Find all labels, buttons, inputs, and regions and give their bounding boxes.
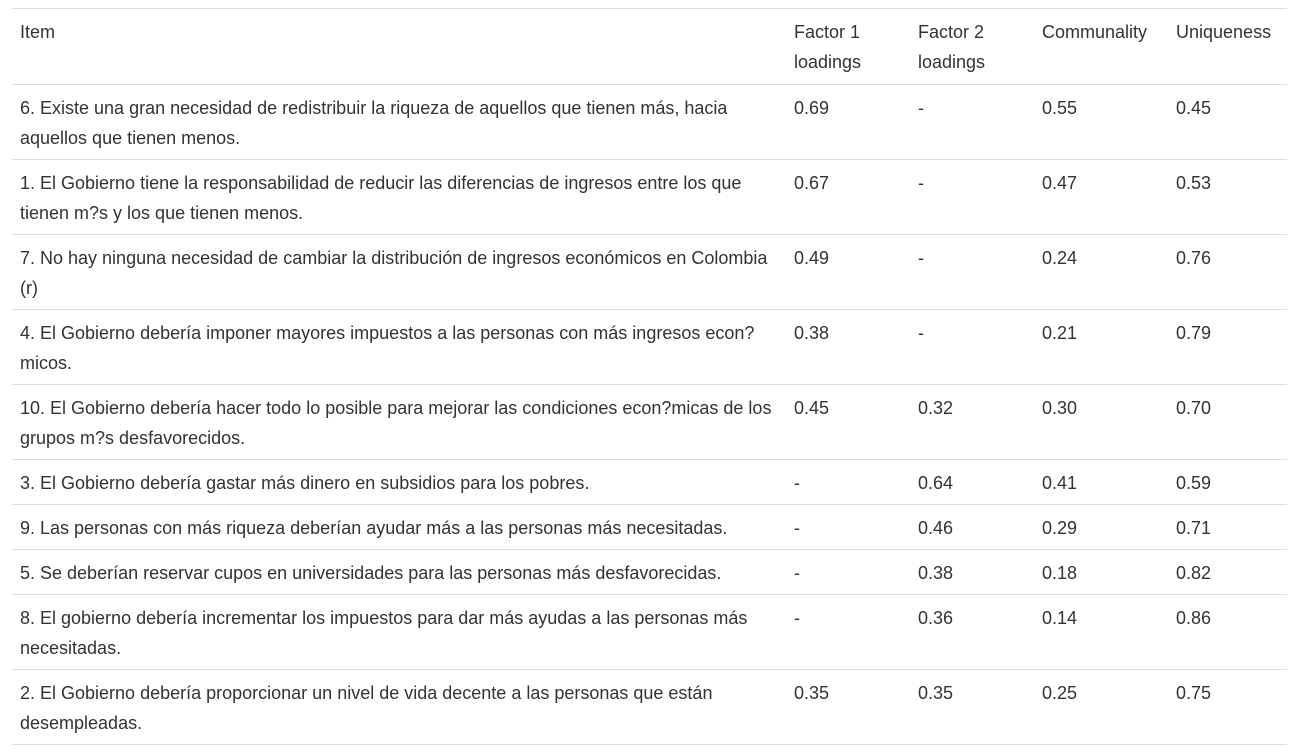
- factor1-cell: -: [786, 459, 910, 505]
- factor-loadings-table: Item Factor 1 loadings Factor 2 loadings…: [12, 8, 1287, 745]
- factor1-cell: 0.38: [786, 309, 910, 385]
- table-body: 6. Existe una gran necesidad de redistri…: [12, 84, 1287, 745]
- factor2-cell: 0.64: [910, 459, 1034, 505]
- header-uniqueness: Uniqueness: [1168, 8, 1287, 85]
- header-row: Item Factor 1 loadings Factor 2 loadings…: [12, 8, 1287, 85]
- communality-cell: 0.29: [1034, 504, 1168, 550]
- header-factor1-loadings: Factor 1 loadings: [786, 8, 910, 85]
- header-item: Item: [12, 8, 786, 85]
- factor-loadings-table-container: Item Factor 1 loadings Factor 2 loadings…: [12, 8, 1287, 745]
- factor1-cell: -: [786, 549, 910, 595]
- communality-cell: 0.21: [1034, 309, 1168, 385]
- item-cell: 6. Existe una gran necesidad de redistri…: [12, 84, 786, 160]
- communality-cell: 0.14: [1034, 594, 1168, 670]
- item-cell: 7. No hay ninguna necesidad de cambiar l…: [12, 234, 786, 310]
- factor1-cell: 0.35: [786, 669, 910, 745]
- uniqueness-cell: 0.86: [1168, 594, 1287, 670]
- uniqueness-cell: 0.70: [1168, 384, 1287, 460]
- item-cell: 2. El Gobierno debería proporcionar un n…: [12, 669, 786, 745]
- factor2-cell: 0.38: [910, 549, 1034, 595]
- factor2-cell: 0.35: [910, 669, 1034, 745]
- communality-cell: 0.55: [1034, 84, 1168, 160]
- table-row: 1. El Gobierno tiene la responsabilidad …: [12, 159, 1287, 235]
- uniqueness-cell: 0.75: [1168, 669, 1287, 745]
- header-communality: Communality: [1034, 8, 1168, 85]
- uniqueness-cell: 0.79: [1168, 309, 1287, 385]
- table-row: 9. Las personas con más riqueza deberían…: [12, 504, 1287, 550]
- table-row: 8. El gobierno debería incrementar los i…: [12, 594, 1287, 670]
- uniqueness-cell: 0.71: [1168, 504, 1287, 550]
- item-cell: 3. El Gobierno debería gastar más dinero…: [12, 459, 786, 505]
- uniqueness-cell: 0.76: [1168, 234, 1287, 310]
- factor2-cell: 0.32: [910, 384, 1034, 460]
- factor1-cell: -: [786, 504, 910, 550]
- communality-cell: 0.41: [1034, 459, 1168, 505]
- table-row: 3. El Gobierno debería gastar más dinero…: [12, 459, 1287, 505]
- table-row: 10. El Gobierno debería hacer todo lo po…: [12, 384, 1287, 460]
- factor2-cell: -: [910, 234, 1034, 310]
- item-cell: 5. Se deberían reservar cupos en univers…: [12, 549, 786, 595]
- table-row: 5. Se deberían reservar cupos en univers…: [12, 549, 1287, 595]
- factor2-cell: -: [910, 309, 1034, 385]
- uniqueness-cell: 0.53: [1168, 159, 1287, 235]
- uniqueness-cell: 0.82: [1168, 549, 1287, 595]
- item-cell: 9. Las personas con más riqueza deberían…: [12, 504, 786, 550]
- item-cell: 10. El Gobierno debería hacer todo lo po…: [12, 384, 786, 460]
- table-row: 6. Existe una gran necesidad de redistri…: [12, 84, 1287, 160]
- factor1-cell: 0.45: [786, 384, 910, 460]
- uniqueness-cell: 0.45: [1168, 84, 1287, 160]
- communality-cell: 0.47: [1034, 159, 1168, 235]
- communality-cell: 0.24: [1034, 234, 1168, 310]
- communality-cell: 0.18: [1034, 549, 1168, 595]
- item-cell: 1. El Gobierno tiene la responsabilidad …: [12, 159, 786, 235]
- factor1-cell: 0.49: [786, 234, 910, 310]
- item-cell: 4. El Gobierno debería imponer mayores i…: [12, 309, 786, 385]
- factor2-cell: 0.36: [910, 594, 1034, 670]
- table-row: 7. No hay ninguna necesidad de cambiar l…: [12, 234, 1287, 310]
- factor1-cell: -: [786, 594, 910, 670]
- factor2-cell: -: [910, 159, 1034, 235]
- factor2-cell: -: [910, 84, 1034, 160]
- table-row: 4. El Gobierno debería imponer mayores i…: [12, 309, 1287, 385]
- item-cell: 8. El gobierno debería incrementar los i…: [12, 594, 786, 670]
- table-row: 2. El Gobierno debería proporcionar un n…: [12, 669, 1287, 745]
- communality-cell: 0.30: [1034, 384, 1168, 460]
- factor1-cell: 0.69: [786, 84, 910, 160]
- factor2-cell: 0.46: [910, 504, 1034, 550]
- factor1-cell: 0.67: [786, 159, 910, 235]
- uniqueness-cell: 0.59: [1168, 459, 1287, 505]
- communality-cell: 0.25: [1034, 669, 1168, 745]
- header-factor2-loadings: Factor 2 loadings: [910, 8, 1034, 85]
